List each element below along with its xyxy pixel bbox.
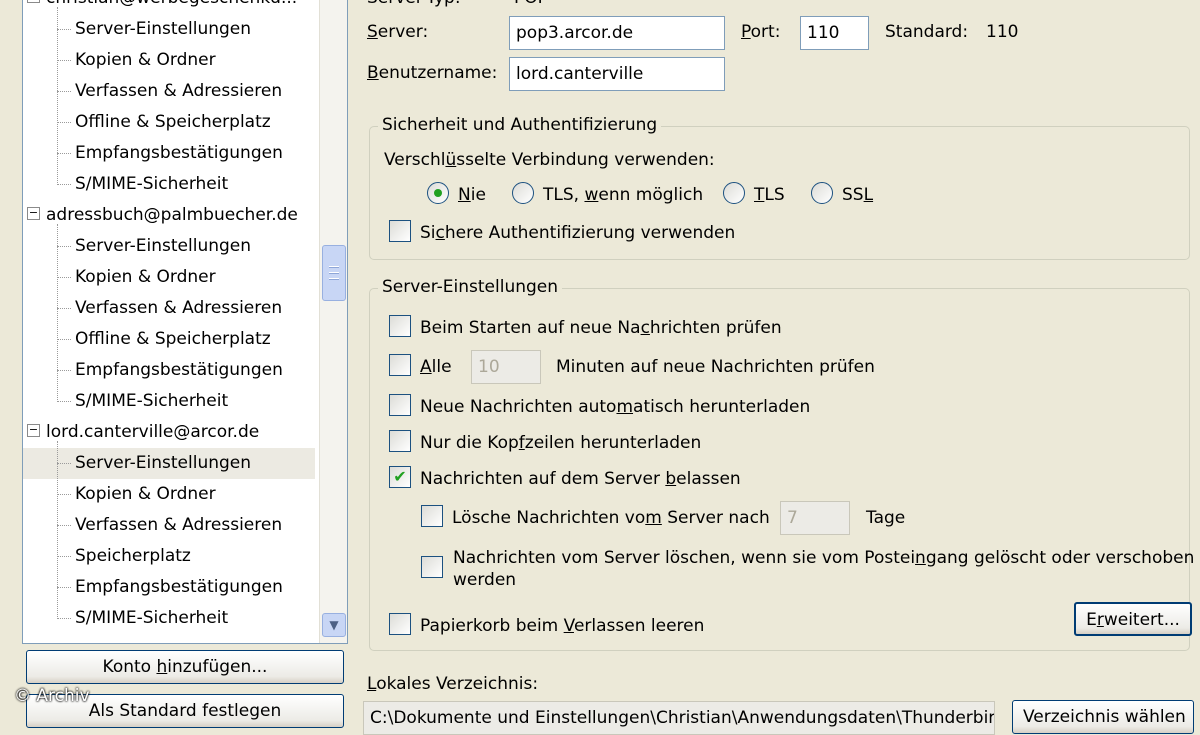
tree-settings-item[interactable]: S/MIME-Sicherheit	[23, 386, 315, 417]
tree-item-label: Kopien & Ordner	[75, 267, 216, 287]
tree-settings-item[interactable]: Server-Einstellungen	[23, 231, 315, 262]
tree-item-label: Server-Einstellungen	[75, 19, 252, 39]
delete-after-checkbox[interactable]: Lösche Nachrichten vom Server nach	[421, 505, 770, 530]
check-on-start-checkbox[interactable]: Beim Starten auf neue Nachrichten prüfen	[389, 315, 782, 340]
tree-item-label: Empfangsbestätigungen	[75, 143, 283, 163]
tree-settings-item[interactable]: Verfassen & Adressieren	[23, 293, 315, 324]
tree-item-label: S/MIME-Sicherheit	[75, 608, 229, 628]
local-dir-input[interactable]: C:\Dokumente und Einstellungen\Christian…	[363, 701, 995, 735]
radio-ssl[interactable]: SSL	[811, 182, 873, 207]
tree-settings-item[interactable]: Empfangsbestätigungen	[23, 355, 315, 386]
auto-download-checkbox[interactable]: Neue Nachrichten automatisch herunterlad…	[389, 394, 810, 419]
checkbox-box[interactable]	[389, 394, 411, 416]
add-account-button[interactable]: Konto hinzufügen...	[26, 650, 344, 684]
server-input[interactable]: pop3.arcor.de	[509, 16, 725, 50]
server-label: Server:	[367, 22, 429, 42]
local-dir-label: Lokales Verzeichnis:	[367, 674, 539, 694]
tree-settings-item[interactable]: Kopien & Ordner	[23, 479, 315, 510]
tree-item-label: Empfangsbestätigungen	[75, 577, 283, 597]
tree-account-item[interactable]: − christian@werbegeschenkd...	[23, 0, 315, 14]
collapse-icon[interactable]: −	[27, 0, 40, 3]
tree-item-label: Verfassen & Adressieren	[75, 81, 283, 101]
delete-when-removed-checkbox[interactable]	[421, 556, 443, 578]
tree-settings-item[interactable]: S/MIME-Sicherheit	[23, 169, 315, 200]
tree-item-label: Server-Einstellungen	[75, 453, 252, 473]
tree-item-label: Server-Einstellungen	[75, 236, 252, 256]
tree-settings-item[interactable]: Server-Einstellungen	[23, 14, 315, 45]
port-label: Port:	[741, 22, 781, 42]
tree-item-label: Kopien & Ordner	[75, 50, 216, 70]
tree-item-label: Empfangsbestätigungen	[75, 360, 283, 380]
tree-item-label: Verfassen & Adressieren	[75, 298, 283, 318]
tree-item-label: christian@werbegeschenkd...	[46, 0, 297, 8]
minutes-label: Minuten auf neue Nachrichten prüfen	[556, 357, 875, 377]
checkbox-box[interactable]	[389, 315, 411, 337]
tree-item-label: Speicherplatz	[75, 546, 191, 566]
checkbox-box[interactable]	[389, 430, 411, 452]
account-tree[interactable]: − christian@werbegeschenkd... Server-Einst…	[22, 0, 348, 644]
radio-button[interactable]	[811, 182, 833, 204]
radio-tls-if-possible[interactable]: TLS, wenn möglich	[512, 182, 703, 207]
tree-item-label: Offline & Speicherplatz	[75, 329, 271, 349]
encryption-label: Verschlüsselte Verbindung verwenden:	[384, 150, 715, 170]
standard-port-label: Standard:	[885, 22, 969, 42]
radio-button[interactable]	[427, 182, 449, 204]
checkbox-box-checked[interactable]: ✔	[389, 466, 411, 488]
server-type-label: Server-Typ:	[367, 0, 461, 8]
checkbox-box[interactable]	[389, 613, 411, 635]
tree-settings-item[interactable]: Kopien & Ordner	[23, 262, 315, 293]
security-group-title: Sicherheit und Authentifizierung	[378, 115, 662, 135]
radio-tls[interactable]: TLS	[723, 182, 785, 207]
tree-scrollbar[interactable]: ▼	[319, 0, 347, 643]
server-settings-group-title: Server-Einstellungen	[378, 277, 563, 297]
minutes-input[interactable]: 10	[471, 350, 541, 384]
checkbox-box[interactable]	[421, 505, 443, 527]
tree-settings-item[interactable]: Server-Einstellungen	[23, 448, 315, 479]
check-every-checkbox[interactable]: Alle	[389, 354, 452, 379]
leave-on-server-checkbox[interactable]: ✔ Nachrichten auf dem Server belassen	[389, 466, 741, 491]
tree-settings-item[interactable]: Verfassen & Adressieren	[23, 76, 315, 107]
headers-only-checkbox[interactable]: Nur die Kopfzeilen herunterladen	[389, 430, 701, 455]
username-input[interactable]: lord.canterville	[509, 57, 725, 91]
tree-account-item[interactable]: − adressbuch@palmbuecher.de	[23, 200, 315, 231]
tree-settings-item[interactable]: Offline & Speicherplatz	[23, 107, 315, 138]
tree-item-label: Kopien & Ordner	[75, 484, 216, 504]
tree-settings-item[interactable]: Empfangsbestätigungen	[23, 138, 315, 169]
tree-settings-item[interactable]: Kopien & Ordner	[23, 45, 315, 76]
tree-item-label: Offline & Speicherplatz	[75, 112, 271, 132]
radio-button[interactable]	[723, 182, 745, 204]
username-label: Benutzername:	[367, 63, 498, 83]
tree-settings-item[interactable]: Empfangsbestätigungen	[23, 572, 315, 603]
standard-port-value: 110	[986, 22, 1019, 42]
tree-settings-item[interactable]: Verfassen & Adressieren	[23, 510, 315, 541]
tree-settings-item[interactable]: Speicherplatz	[23, 541, 315, 572]
tree-account-item[interactable]: − lord.canterville@arcor.de	[23, 417, 315, 448]
tree-settings-item[interactable]: S/MIME-Sicherheit	[23, 603, 315, 634]
collapse-icon[interactable]: −	[27, 423, 40, 437]
choose-directory-button[interactable]: Verzeichnis wählen	[1012, 700, 1194, 734]
checkbox-box[interactable]	[389, 220, 411, 242]
advanced-button[interactable]: Erweitert...	[1074, 602, 1192, 636]
empty-trash-checkbox[interactable]: Papierkorb beim Verlassen leeren	[389, 613, 704, 638]
tree-settings-item[interactable]: Offline & Speicherplatz	[23, 324, 315, 355]
radio-button[interactable]	[512, 182, 534, 204]
scroll-down-icon[interactable]: ▼	[322, 613, 346, 637]
collapse-icon[interactable]: −	[27, 206, 40, 220]
checkbox-box[interactable]	[389, 354, 411, 376]
tree-item-label: S/MIME-Sicherheit	[75, 174, 229, 194]
days-input[interactable]: 7	[780, 501, 850, 535]
days-label: Tage	[866, 508, 906, 528]
secure-auth-checkbox[interactable]: Sichere Authentifizierung verwenden	[389, 220, 735, 245]
tree-item-label: S/MIME-Sicherheit	[75, 391, 229, 411]
tree-item-label: adressbuch@palmbuecher.de	[46, 205, 298, 225]
tree-item-label: Verfassen & Adressieren	[75, 515, 283, 535]
port-input[interactable]: 110	[800, 16, 869, 50]
tree-scroll-thumb[interactable]	[322, 245, 346, 301]
copyright-watermark: © Archiv	[14, 686, 90, 706]
delete-when-removed-label: Nachrichten vom Server löschen, wenn sie…	[453, 548, 1195, 590]
tree-item-label: lord.canterville@arcor.de	[46, 422, 260, 442]
server-type-value: POP	[514, 0, 548, 8]
radio-never[interactable]: Nie	[427, 182, 486, 207]
